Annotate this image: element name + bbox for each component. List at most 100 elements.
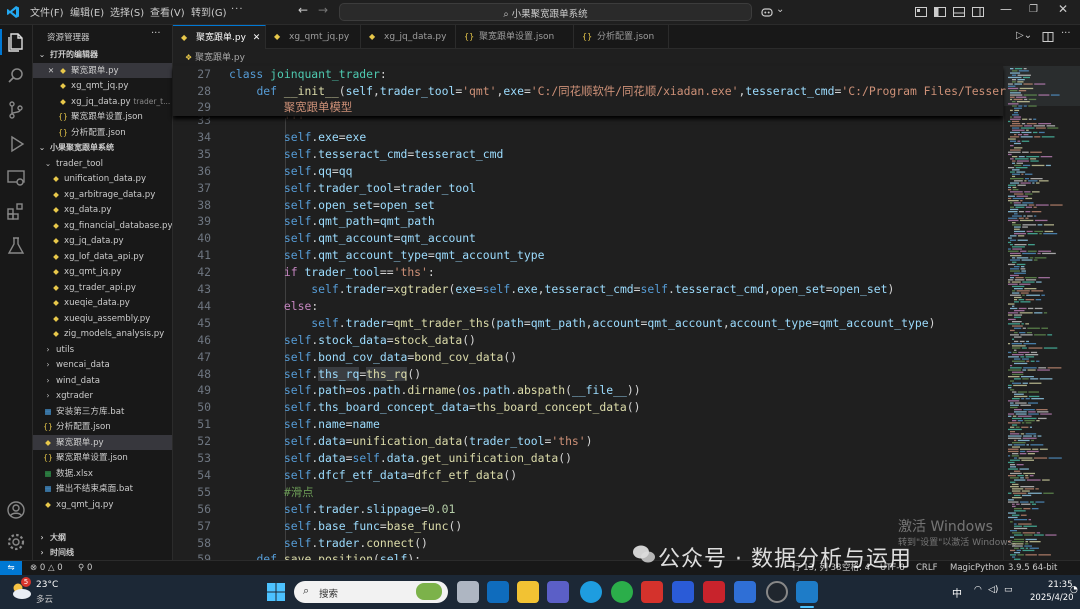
app-circle-icon[interactable] [766, 581, 788, 603]
code-line[interactable]: 52 self.data=unification_data(trader_too… [173, 433, 1003, 450]
code-line[interactable]: 41 self.qmt_account_type=qmt_account_typ… [173, 247, 1003, 264]
tree-item[interactable]: ◆ xg_jq_data.py [33, 233, 172, 249]
taskbar-search-box[interactable]: ⌕ 搜索 [294, 581, 448, 603]
copilot-dropdown-icon[interactable]: ⌄ [776, 4, 784, 15]
wechat-icon[interactable] [611, 581, 633, 603]
code-line[interactable]: 39 self.qmt_path=qmt_path [173, 213, 1003, 230]
tab-4[interactable]: {} 聚宽跟单设置.json [456, 25, 574, 49]
customize-layout-icon[interactable] [914, 5, 928, 19]
tab-3[interactable]: ◆ xg_jq_data.py [361, 25, 456, 49]
ports-indicator[interactable]: ⚲ 0 [78, 561, 92, 575]
minimap[interactable] [1003, 66, 1080, 560]
tree-item[interactable]: {} 聚宽跟单设置.json [33, 450, 172, 466]
code-line[interactable]: 43 self.trader=xgtrader(exe=self.exe,tes… [173, 281, 1003, 298]
code-line[interactable]: 37 self.trader_tool=trader_tool [173, 180, 1003, 197]
more-tab-actions-icon[interactable]: ··· [1061, 28, 1071, 39]
app-m-icon[interactable] [672, 581, 694, 603]
ime-indicator[interactable]: 中 [952, 585, 962, 600]
project-folder-header[interactable]: ⌄ 小果聚宽跟单系统 [33, 140, 172, 156]
toggle-sidebar-icon[interactable] [933, 5, 947, 19]
code-line[interactable]: 29 聚宽跟单模型 [173, 99, 1003, 116]
tree-item[interactable]: ◆ zig_models_analysis.py [33, 326, 172, 342]
code-line[interactable]: 45 self.trader=qmt_trader_ths(path=qmt_p… [173, 315, 1003, 332]
tab-1[interactable]: ◆ 聚宽跟单.py ✕ [173, 25, 266, 49]
language-mode[interactable]: MagicPython [950, 561, 1004, 575]
code-line[interactable]: 57 self.base_func=base_func() [173, 518, 1003, 535]
code-line[interactable]: 53 self.data=self.data.get_unification_d… [173, 450, 1003, 467]
search-icon[interactable] [5, 65, 27, 87]
copilot-icon[interactable] [760, 5, 774, 19]
more-actions-icon[interactable]: ··· [151, 28, 161, 39]
app-blue-icon[interactable] [734, 581, 756, 603]
wifi-icon[interactable]: ◠ [974, 585, 982, 595]
open-editor-item[interactable]: {} 分析配置.json [33, 125, 172, 141]
file-explorer-icon[interactable] [517, 581, 539, 603]
code-line[interactable]: 34 self.exe=exe [173, 129, 1003, 146]
code-line[interactable]: 47 self.bond_cov_data=bond_cov_data() [173, 349, 1003, 366]
menu-selection[interactable]: 选择(S) [110, 4, 144, 19]
python-interpreter[interactable]: 3.9.5 64-bit [1008, 561, 1057, 575]
tab-2[interactable]: ◆ xg_qmt_jq.py [266, 25, 361, 49]
battery-icon[interactable]: ▭ [1004, 585, 1013, 595]
code-line[interactable]: 28 def __init__(self,trader_tool='qmt',e… [173, 83, 1006, 100]
testing-flask-icon[interactable] [5, 235, 27, 257]
tree-item[interactable]: ◆ xg_lof_data_api.py [33, 249, 172, 265]
tree-item[interactable]: ◆ xg_trader_api.py [33, 280, 172, 296]
open-editors-header[interactable]: ⌄ 打开的编辑器 [33, 47, 172, 63]
clock-time[interactable]: 21:35 [1048, 580, 1073, 590]
code-line[interactable]: 38 self.open_set=open_set [173, 197, 1003, 214]
more-menu-icon[interactable]: ··· [231, 4, 244, 15]
tree-item[interactable]: ▦ 数据.xlsx [33, 466, 172, 482]
open-editor-item[interactable]: ◆ xg_jq_data.py trader_t... [33, 94, 172, 110]
tree-item[interactable]: ⌄ trader_tool [33, 156, 172, 172]
vscode-taskbar-icon[interactable] [796, 581, 818, 603]
tree-item[interactable]: ▦ 安装第三方库.bat [33, 404, 172, 420]
code-line[interactable]: 36 self.qq=qq [173, 163, 1003, 180]
code-line[interactable]: 27 class joinquant_trader: [173, 66, 1003, 83]
remote-explorer-icon[interactable] [5, 167, 27, 189]
split-editor-icon[interactable] [1042, 31, 1054, 43]
menu-edit[interactable]: 编辑(E) [70, 4, 104, 19]
restore-icon[interactable]: ❐ [1029, 4, 1038, 15]
menu-file[interactable]: 文件(F) [30, 4, 64, 19]
explorer-icon[interactable] [5, 31, 27, 53]
close-window-icon[interactable]: ✕ [1058, 2, 1068, 16]
back-arrow-icon[interactable]: ← [298, 3, 308, 17]
toggle-secondary-sidebar-icon[interactable] [971, 5, 985, 19]
tree-item[interactable]: › utils [33, 342, 172, 358]
weather-temp[interactable]: 23°C [36, 580, 58, 590]
tree-item[interactable]: ◆ xg_financial_database.py [33, 218, 172, 234]
open-editor-item[interactable]: ✕ ◆ 聚宽跟单.py [33, 62, 172, 78]
settings-gear-icon[interactable] [5, 531, 27, 553]
minimize-icon[interactable]: — [1000, 2, 1012, 16]
code-line[interactable]: 42 if trader_tool=='ths': [173, 264, 1003, 281]
tab-5[interactable]: {} 分析配置.json [574, 25, 669, 49]
tree-item[interactable]: ◆ unification_data.py [33, 171, 172, 187]
microsoft-store-icon[interactable] [547, 581, 569, 603]
notification-bell-icon[interactable]: ◔ [1070, 585, 1078, 595]
tree-item[interactable]: ◆ 聚宽跟单.py [33, 434, 172, 450]
outline-header[interactable]: › 大纲 [33, 530, 172, 546]
tree-item[interactable]: ◆ xg_data.py [33, 202, 172, 218]
app-red-icon[interactable] [703, 581, 725, 603]
problems-indicator[interactable]: ⊗ 0 △ 0 [30, 561, 63, 575]
tree-item[interactable]: ◆ xueqiu_assembly.py [33, 311, 172, 327]
extensions-icon[interactable] [5, 201, 27, 223]
remote-indicator-icon[interactable]: ⇋ [0, 561, 22, 575]
tree-item[interactable]: › xgtrader [33, 388, 172, 404]
edge-browser-icon[interactable] [580, 581, 602, 603]
code-line[interactable]: 54 self.dfcf_etf_data=dfcf_etf_data() [173, 467, 1003, 484]
breadcrumb[interactable]: ❖ 聚宽跟单.py [173, 50, 1080, 66]
open-editor-item[interactable]: ◆ xg_qmt_jq.py [33, 78, 172, 94]
tree-item[interactable]: ◆ xg_qmt_jq.py [33, 497, 172, 513]
code-editor[interactable]: 33 ''' 34 self.exe=exe 35 self.tesseract_c… [173, 66, 1003, 560]
run-python-file-icon[interactable]: ▷⌄ [1016, 30, 1032, 41]
source-control-icon[interactable] [5, 99, 27, 121]
open-editor-item[interactable]: {} 聚宽跟单设置.json [33, 109, 172, 125]
code-line[interactable]: 46 self.stock_data=stock_data() [173, 332, 1003, 349]
code-line[interactable]: 35 self.tesseract_cmd=tesseract_cmd [173, 146, 1003, 163]
tree-item[interactable]: {} 分析配置.json [33, 419, 172, 435]
windows-start-icon[interactable] [267, 583, 285, 601]
clock-date[interactable]: 2025/4/20 [1030, 593, 1074, 603]
code-line[interactable]: 49 self.path=os.path.dirname(os.path.abs… [173, 382, 1003, 399]
